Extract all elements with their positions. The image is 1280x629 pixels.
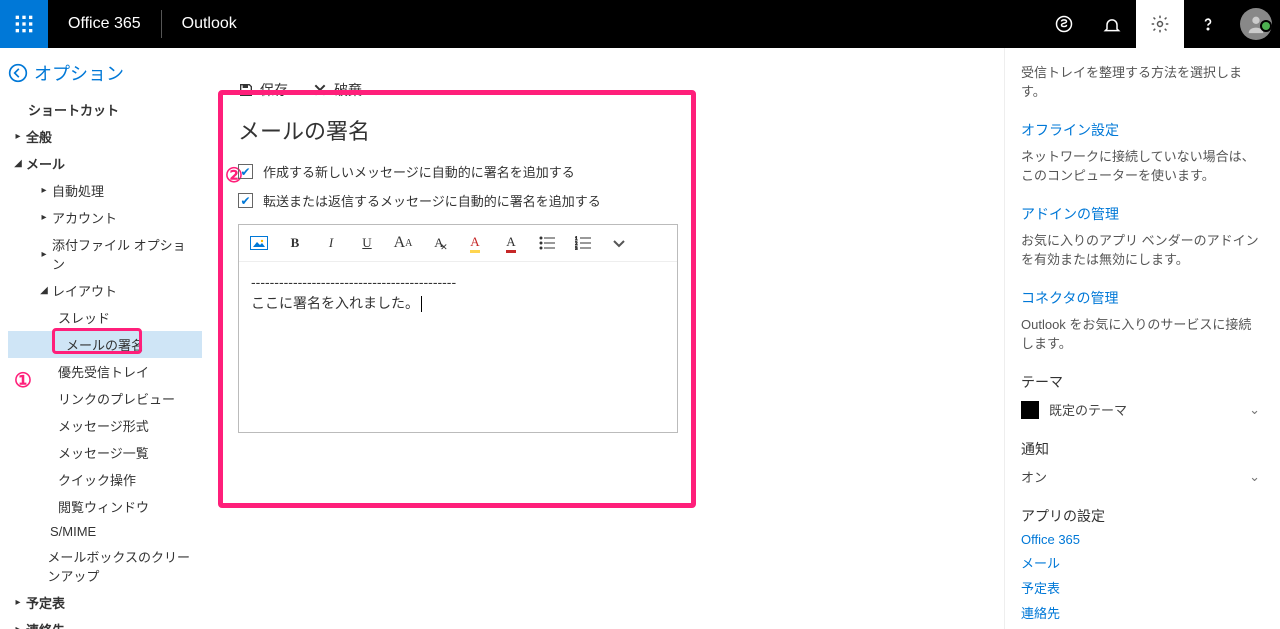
- account-button[interactable]: [1232, 8, 1280, 40]
- theme-heading: テーマ: [1021, 372, 1260, 392]
- nav-account[interactable]: ▸アカウント: [8, 204, 202, 231]
- theme-value: 既定のテーマ: [1049, 400, 1127, 419]
- editor-toolbar: B I U AA A✕ A A 123: [239, 225, 677, 262]
- offline-desc: ネットワークに接続していない場合は、このコンピューターを使います。: [1021, 146, 1260, 184]
- nav-msg-format[interactable]: メッセージ形式: [8, 412, 202, 439]
- app-link-mail[interactable]: メール: [1021, 553, 1260, 572]
- bullet-list-icon[interactable]: [537, 233, 557, 253]
- nav-msg-list[interactable]: メッセージ一覧: [8, 439, 202, 466]
- save-button[interactable]: 保存: [238, 80, 288, 100]
- addin-link[interactable]: アドインの管理: [1021, 204, 1260, 224]
- app-name-label[interactable]: Outlook: [162, 15, 257, 33]
- appsettings-heading: アプリの設定: [1021, 506, 1260, 526]
- nav-contacts[interactable]: ▸連絡先: [8, 616, 202, 629]
- nav-reading[interactable]: 閲覧ウィンドウ: [8, 493, 202, 520]
- nav-signature[interactable]: メールの署名: [8, 331, 202, 358]
- checkbox-new-msg-label: 作成する新しいメッセージに自動的に署名を追加する: [263, 162, 575, 181]
- notifications-icon[interactable]: [1088, 0, 1136, 48]
- theme-selector[interactable]: 既定のテーマ ⌄: [1021, 400, 1260, 419]
- organize-desc: 受信トレイを整理する方法を選択します。: [1021, 62, 1260, 100]
- skype-icon[interactable]: [1040, 0, 1088, 48]
- sig-text: ここに署名を入れました。: [251, 295, 422, 311]
- nav-mail[interactable]: ◢メール: [8, 150, 202, 177]
- clear-format-icon[interactable]: A✕: [429, 233, 449, 253]
- app-link-calendar[interactable]: 予定表: [1021, 578, 1260, 597]
- back-button[interactable]: オプション: [8, 60, 202, 86]
- bold-icon[interactable]: B: [285, 233, 305, 253]
- brand-label[interactable]: Office 365: [48, 15, 161, 33]
- checkbox-new-msg[interactable]: ✔: [238, 164, 253, 179]
- checkbox-reply-msg-label: 転送または返信するメッセージに自動的に署名を追加する: [263, 191, 601, 210]
- underline-icon[interactable]: U: [357, 233, 377, 253]
- nav-shortcuts[interactable]: ショートカット: [8, 96, 202, 123]
- chevron-down-icon: ⌄: [1249, 469, 1260, 485]
- app-launcher-button[interactable]: [0, 0, 48, 48]
- notif-value: オン: [1021, 467, 1047, 486]
- signature-editor: B I U AA A✕ A A 123 --------------------…: [238, 224, 678, 433]
- annotation-1: ①: [14, 368, 32, 393]
- app-link-contacts[interactable]: 連絡先: [1021, 603, 1260, 622]
- settings-panel: 受信トレイを整理する方法を選択します。 オフライン設定 ネットワークに接続してい…: [1004, 48, 1280, 629]
- italic-icon[interactable]: I: [321, 233, 341, 253]
- fontsize-icon[interactable]: AA: [393, 233, 413, 253]
- nav-priority-inbox[interactable]: 優先受信トレイ: [8, 358, 202, 385]
- insert-image-icon[interactable]: [249, 233, 269, 253]
- nav-auto[interactable]: ▸自動処理: [8, 177, 202, 204]
- page-title: メールの署名: [238, 114, 682, 146]
- notif-selector[interactable]: オン ⌄: [1021, 467, 1260, 486]
- nav-link-preview[interactable]: リンクのプレビュー: [8, 385, 202, 412]
- notif-heading: 通知: [1021, 439, 1260, 459]
- highlight-icon[interactable]: A: [465, 233, 485, 253]
- nav-general[interactable]: ▸全般: [8, 123, 202, 150]
- signature-textarea[interactable]: ----------------------------------------…: [239, 262, 677, 432]
- settings-icon[interactable]: [1136, 0, 1184, 48]
- help-icon[interactable]: [1184, 0, 1232, 48]
- topbar: Office 365 Outlook: [0, 0, 1280, 48]
- options-sidebar: オプション ショートカット ▸全般 ◢メール ▸自動処理 ▸アカウント ▸添付フ…: [0, 48, 210, 629]
- offline-link[interactable]: オフライン設定: [1021, 120, 1260, 140]
- checkbox-reply-msg[interactable]: ✔: [238, 193, 253, 208]
- back-label: オプション: [34, 60, 124, 86]
- connector-desc: Outlook をお気に入りのサービスに接続します。: [1021, 314, 1260, 352]
- number-list-icon[interactable]: 123: [573, 233, 593, 253]
- nav-calendar[interactable]: ▸予定表: [8, 589, 202, 616]
- more-icon[interactable]: [609, 233, 629, 253]
- svg-text:3: 3: [575, 247, 578, 250]
- app-link-o365[interactable]: Office 365: [1021, 532, 1260, 547]
- nav-quick[interactable]: クイック操作: [8, 466, 202, 493]
- nav-layout[interactable]: ◢レイアウト: [8, 277, 202, 304]
- nav-thread[interactable]: スレッド: [8, 304, 202, 331]
- nav-smime[interactable]: S/MIME: [8, 520, 202, 543]
- chevron-down-icon: ⌄: [1249, 402, 1260, 418]
- nav-attach[interactable]: ▸添付ファイル オプション: [8, 231, 202, 277]
- presence-icon: [1260, 20, 1272, 32]
- main-panel: 保存 破棄 メールの署名 ✔ 作成する新しいメッセージに自動的に署名を追加する …: [210, 48, 1004, 629]
- save-label: 保存: [260, 80, 288, 100]
- discard-label: 破棄: [334, 80, 362, 100]
- nav-cleanup[interactable]: メールボックスのクリーンアップ: [8, 543, 202, 589]
- font-color-icon[interactable]: A: [501, 233, 521, 253]
- discard-button[interactable]: 破棄: [312, 80, 362, 100]
- connector-link[interactable]: コネクタの管理: [1021, 288, 1260, 308]
- sig-divider: ----------------------------------------…: [251, 272, 665, 293]
- addin-desc: お気に入りのアプリ ベンダーのアドインを有効または無効にします。: [1021, 230, 1260, 268]
- theme-swatch-icon: [1021, 401, 1039, 419]
